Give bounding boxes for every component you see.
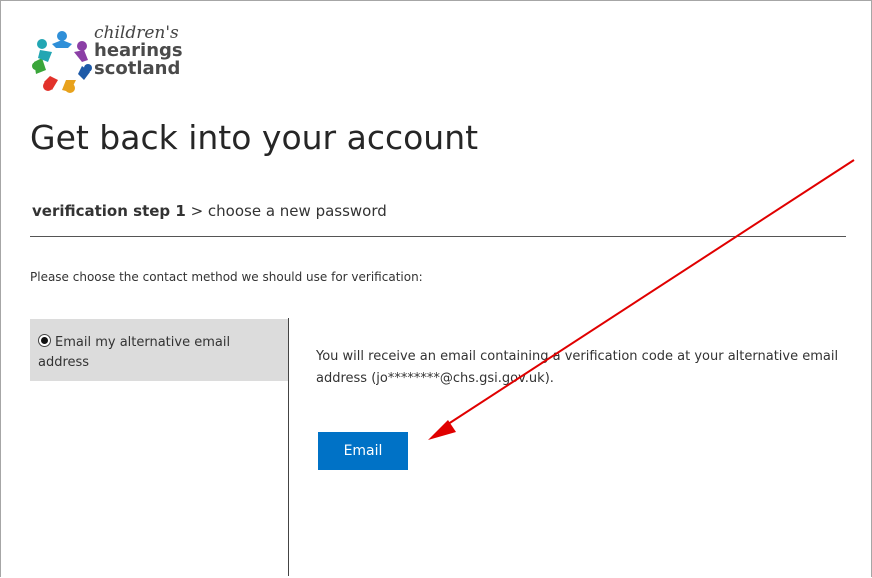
logo-text: children's hearings scotland	[94, 24, 183, 78]
method-option-label: Email my alternative email address	[38, 335, 231, 370]
step-current: verification step 1	[32, 202, 186, 220]
step-next: choose a new password	[207, 202, 387, 220]
page-title: Get back into your account	[30, 118, 479, 157]
step-separator: >	[185, 202, 208, 220]
contact-methods-panel: Email my alternative email address	[30, 319, 288, 381]
steps-divider	[30, 236, 846, 237]
email-button[interactable]: Email	[318, 432, 408, 470]
logo: children's hearings scotland	[30, 22, 220, 106]
method-option-email[interactable]: Email my alternative email address	[38, 333, 273, 373]
logo-icon	[32, 31, 92, 93]
vertical-divider	[288, 318, 289, 576]
instruction-text: Please choose the contact method we shou…	[30, 270, 423, 284]
breadcrumb: verification step 1 > choose a new passw…	[32, 202, 387, 220]
logo-line-3: scotland	[94, 58, 181, 79]
verification-info-text: You will receive an email containing a v…	[316, 349, 839, 386]
radio-selected-icon[interactable]	[38, 334, 51, 347]
